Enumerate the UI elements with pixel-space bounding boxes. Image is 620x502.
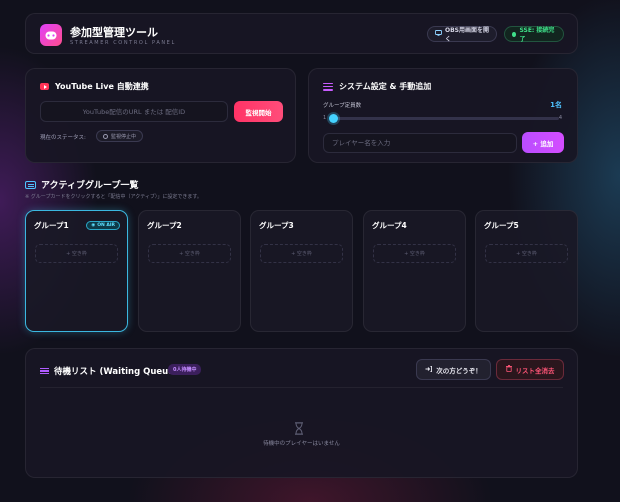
plus-icon: + bbox=[532, 139, 539, 148]
youtube-panel: YouTube Live 自動連携 監視開始 現在のステータス: 監視停止中 bbox=[25, 68, 296, 163]
capacity-value: 1名 bbox=[550, 101, 562, 109]
add-player-button[interactable]: + 追加 bbox=[522, 132, 564, 153]
youtube-title-text: YouTube Live 自動連携 bbox=[55, 82, 149, 91]
group-card-4[interactable]: グループ4 + 空き枠 bbox=[363, 210, 466, 332]
group-name: グループ5 bbox=[484, 221, 519, 230]
group-card-2[interactable]: グループ2 + 空き枠 bbox=[138, 210, 241, 332]
empty-slot: + 空き枠 bbox=[373, 244, 456, 263]
broadcast-icon: ◉ bbox=[91, 223, 96, 228]
group-card-1[interactable]: グループ1 ◉ ON AIR + 空き枠 bbox=[25, 210, 128, 332]
groups-title-text: アクティブグループ一覧 bbox=[41, 181, 139, 191]
group-card-3[interactable]: グループ3 + 空き枠 bbox=[250, 210, 353, 332]
trash-icon bbox=[505, 365, 512, 374]
groups-hint: ※ グループカードをクリックすると「配信中（アクティブ）」に設定できます。 bbox=[25, 194, 202, 200]
slider-min-label: 1 bbox=[323, 115, 327, 121]
sse-status-badge: SSE: 接続完了 bbox=[504, 26, 564, 43]
on-air-badge: ◉ ON AIR bbox=[86, 221, 120, 230]
divider bbox=[40, 387, 563, 388]
settings-panel-title: システム設定 & 手動追加 bbox=[323, 81, 431, 92]
player-name-input[interactable] bbox=[323, 133, 517, 153]
start-watch-button[interactable]: 監視開始 bbox=[234, 101, 283, 122]
clear-list-label: リスト全消去 bbox=[515, 366, 555, 375]
groups-section-title: アクティブグループ一覧 bbox=[25, 178, 138, 191]
empty-slot: + 空き枠 bbox=[260, 244, 343, 263]
next-player-button[interactable]: 次の方どうぞ！ bbox=[416, 359, 491, 380]
slider-max-label: 4 bbox=[558, 115, 562, 121]
group-name: グループ3 bbox=[259, 221, 294, 230]
status-dot-icon bbox=[512, 31, 517, 37]
empty-slot: + 空き枠 bbox=[35, 244, 118, 263]
empty-queue-message: 待機中のプレイヤーはいません bbox=[263, 441, 340, 447]
waiting-title-text: 待機リスト (Waiting Queue) bbox=[54, 367, 178, 377]
capacity-slider[interactable] bbox=[329, 114, 559, 123]
waiting-count-badge: 0人待機中 bbox=[168, 364, 202, 375]
settings-panel: システム設定 & 手動追加 グループ定員数 1名 1 4 + 追加 bbox=[308, 68, 578, 163]
empty-slot: + 空き枠 bbox=[485, 244, 568, 263]
clear-list-button[interactable]: リスト全消去 bbox=[496, 359, 564, 380]
group-name: グループ4 bbox=[372, 221, 407, 230]
groups-icon bbox=[25, 180, 36, 189]
sliders-icon bbox=[323, 82, 333, 91]
youtube-url-input[interactable] bbox=[40, 101, 228, 122]
next-player-label: 次の方どうぞ！ bbox=[436, 366, 482, 375]
capacity-slider-thumb[interactable] bbox=[329, 114, 338, 123]
list-icon bbox=[40, 367, 49, 375]
app-title: 参加型管理ツール bbox=[70, 26, 158, 39]
gamepad-logo-icon bbox=[40, 24, 62, 46]
status-value: 監視停止中 bbox=[111, 133, 137, 140]
status-label: 現在のステータス: bbox=[40, 135, 86, 141]
waiting-title: 待機リスト (Waiting Queue) bbox=[40, 365, 178, 377]
status-badge: 監視停止中 bbox=[96, 130, 144, 142]
on-air-label: ON AIR bbox=[97, 223, 115, 228]
app-subtitle: STREAMER CONTROL PANEL bbox=[70, 40, 176, 46]
open-obs-button[interactable]: OBS用画面を開く bbox=[427, 26, 497, 43]
empty-slot: + 空き枠 bbox=[148, 244, 231, 263]
sse-status-label: SSE: 接続完了 bbox=[519, 27, 555, 43]
app-header: 参加型管理ツール STREAMER CONTROL PANEL OBS用画面を開… bbox=[25, 13, 578, 54]
add-player-label: 追加 bbox=[540, 139, 554, 148]
hourglass-icon bbox=[294, 420, 304, 435]
group-name: グループ1 bbox=[34, 221, 69, 230]
settings-title-text: システム設定 & 手動追加 bbox=[339, 82, 432, 91]
youtube-panel-title: YouTube Live 自動連携 bbox=[40, 81, 149, 92]
open-obs-label: OBS用画面を開く bbox=[445, 27, 489, 43]
capacity-label: グループ定員数 bbox=[323, 103, 362, 109]
group-card-5[interactable]: グループ5 + 空き枠 bbox=[475, 210, 578, 332]
waiting-queue-panel: 待機リスト (Waiting Queue) 0人待機中 次の方どうぞ！ リスト全… bbox=[25, 348, 578, 478]
enter-arrow-icon bbox=[425, 365, 433, 374]
group-name: グループ2 bbox=[147, 221, 182, 230]
monitor-icon bbox=[435, 30, 442, 38]
youtube-icon bbox=[40, 83, 49, 90]
idle-circle-icon bbox=[103, 133, 108, 139]
